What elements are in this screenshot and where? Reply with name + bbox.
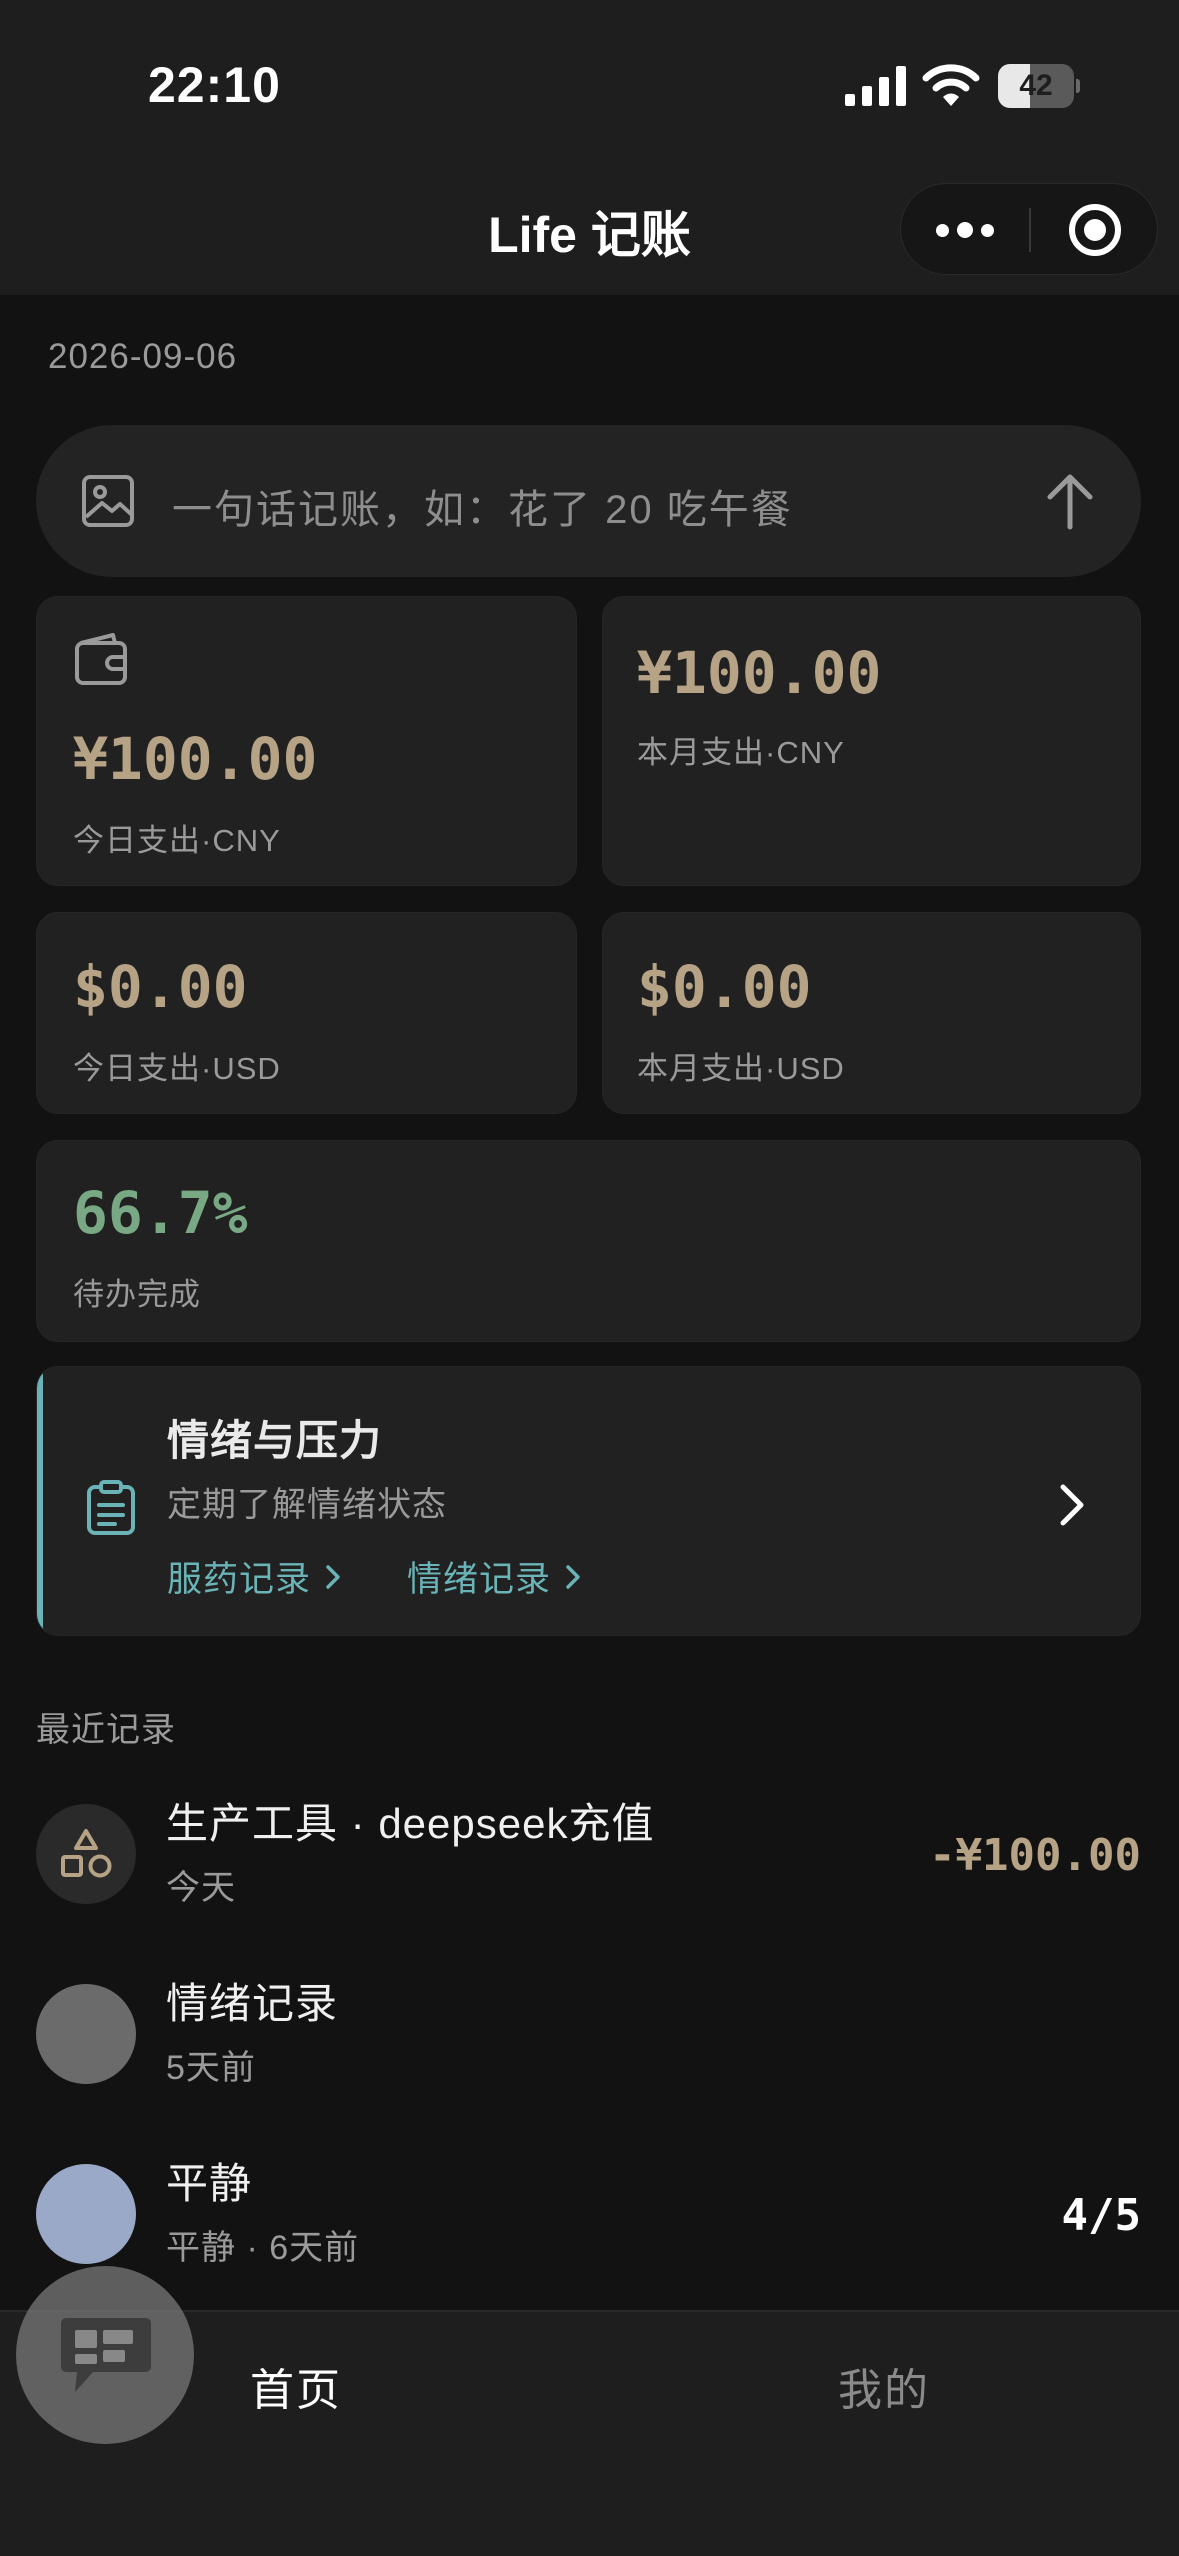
today-usd-amount: $0.00 <box>73 953 248 1021</box>
record-amount: -¥100.00 <box>929 1830 1141 1881</box>
emotion-card-subtitle: 定期了解情绪状态 <box>167 1486 447 1524</box>
todo-percent: 66.7% <box>73 1179 248 1247</box>
month-cny-card[interactable]: ¥100.00 本月支出·CNY <box>602 596 1141 886</box>
current-date: 2026-09-06 <box>48 337 238 376</box>
avatar <box>36 2164 136 2264</box>
tab-mine[interactable]: 我的 <box>838 2354 930 2418</box>
emotion-card-title: 情绪与压力 <box>167 1417 383 1464</box>
quick-input-bar[interactable]: 一句话记账，如：花了 20 吃午餐 <box>36 425 1141 577</box>
month-cny-amount: ¥100.00 <box>637 639 882 707</box>
today-usd-card[interactable]: $0.00 今日支出·USD <box>36 912 577 1114</box>
record-title: 平静 <box>166 2160 253 2207</box>
send-arrow-icon[interactable] <box>1038 469 1102 533</box>
recent-section-title: 最近记录 <box>36 1711 176 1749</box>
wallet-icon <box>75 633 127 685</box>
avatar <box>36 1984 136 2084</box>
record-title: 生产工具 · deepseek充值 <box>166 1800 655 1847</box>
battery-level: 42 <box>1019 69 1053 102</box>
signal-icon <box>845 66 906 106</box>
record-time: 平静 · 6天前 <box>166 2229 360 2267</box>
record-time: 5天前 <box>166 2049 256 2087</box>
list-item[interactable]: 平静 平静 · 6天前 4/5 <box>36 2150 1141 2280</box>
wifi-icon <box>922 64 980 106</box>
clipboard-icon <box>87 1480 135 1535</box>
target-icon[interactable] <box>1069 204 1121 256</box>
medication-record-label: 服药记录 <box>167 1560 312 1599</box>
tab-home[interactable]: 首页 <box>250 2354 342 2418</box>
quick-input-placeholder[interactable]: 一句话记账，如：花了 20 吃午餐 <box>172 477 793 535</box>
battery-body: 42 <box>998 64 1074 108</box>
today-usd-label: 今日支出·USD <box>73 1051 281 1086</box>
record-score: 4/5 <box>1061 2190 1141 2241</box>
todo-label: 待办完成 <box>73 1277 201 1312</box>
emotion-card-accent <box>37 1367 43 1635</box>
today-cny-card[interactable]: ¥100.00 今日支出·CNY <box>36 596 577 886</box>
list-item[interactable]: 情绪记录 5天前 <box>36 1970 1141 2100</box>
today-cny-amount: ¥100.00 <box>73 725 318 793</box>
month-cny-label: 本月支出·CNY <box>637 735 845 770</box>
chevron-right-icon <box>326 1564 340 1589</box>
todo-card[interactable]: 66.7% 待办完成 <box>36 1140 1141 1342</box>
chat-icon <box>61 2318 151 2392</box>
emotion-record-link[interactable]: 情绪记录 <box>407 1551 581 1602</box>
capsule-divider <box>1029 208 1031 252</box>
month-usd-amount: $0.00 <box>637 953 812 1021</box>
record-time: 今天 <box>166 1869 236 1907</box>
battery-icon: 42 <box>998 64 1080 108</box>
medication-record-link[interactable]: 服药记录 <box>167 1551 341 1602</box>
status-time: 22:10 <box>148 57 281 113</box>
chevron-right-icon <box>566 1564 580 1589</box>
battery-cap <box>1076 79 1080 93</box>
chevron-right-icon[interactable] <box>1055 1479 1089 1531</box>
month-usd-card[interactable]: $0.00 本月支出·USD <box>602 912 1141 1114</box>
list-item[interactable]: 生产工具 · deepseek充值 今天 -¥100.00 <box>36 1790 1141 1920</box>
chat-fab-button[interactable] <box>16 2266 194 2444</box>
top-bar: 22:10 42 Life 记账 <box>0 0 1179 295</box>
mini-program-capsule <box>900 183 1158 275</box>
shapes-icon <box>36 1804 136 1904</box>
record-title: 情绪记录 <box>166 1980 339 2027</box>
today-cny-label: 今日支出·CNY <box>73 823 281 858</box>
emotion-record-label: 情绪记录 <box>407 1560 552 1599</box>
month-usd-label: 本月支出·USD <box>637 1051 845 1086</box>
app-screen: 22:10 42 Life 记账 2026-09-06 一句话记账，如：花了 2… <box>0 0 1179 2556</box>
image-icon[interactable] <box>80 473 136 529</box>
emotion-card[interactable]: 情绪与压力 定期了解情绪状态 服药记录 情绪记录 <box>36 1366 1141 1636</box>
more-icon[interactable] <box>901 184 1029 276</box>
